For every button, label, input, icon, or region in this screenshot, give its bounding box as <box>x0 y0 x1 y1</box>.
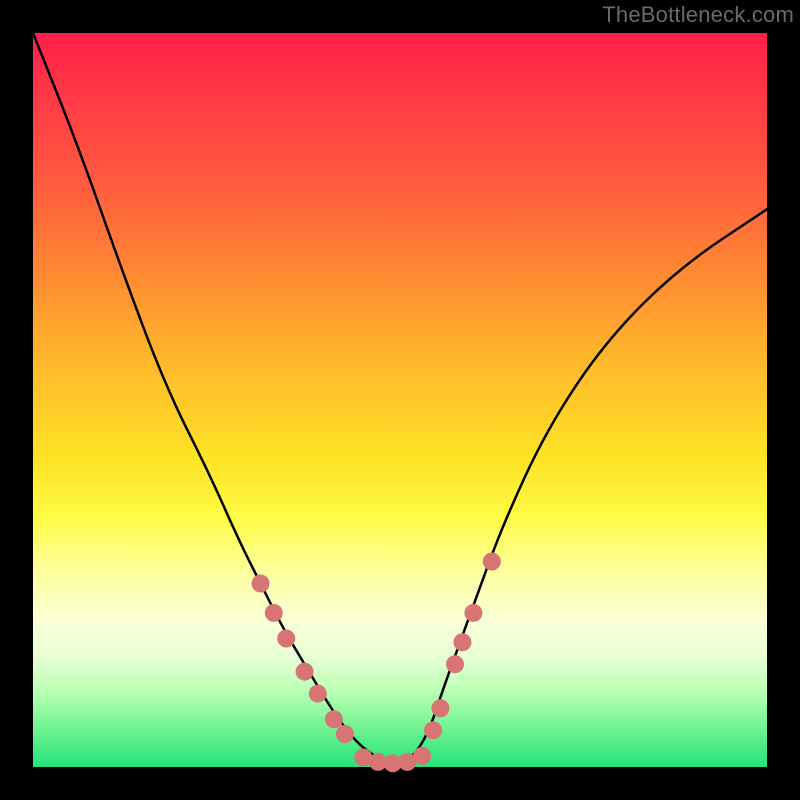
right-marker-6 <box>483 553 501 571</box>
plot-area <box>33 33 767 767</box>
left-marker-6 <box>325 710 343 728</box>
curve-markers <box>252 553 501 773</box>
left-marker-1 <box>252 575 270 593</box>
left-marker-2 <box>265 604 283 622</box>
right-marker-1 <box>424 721 442 739</box>
left-marker-3 <box>277 630 295 648</box>
right-marker-3 <box>446 655 464 673</box>
bottleneck-curve <box>33 33 767 762</box>
left-marker-4 <box>296 663 314 681</box>
right-marker-5 <box>464 604 482 622</box>
bottleneck-curve-svg <box>33 33 767 767</box>
watermark-text: TheBottleneck.com <box>602 2 794 28</box>
right-marker-4 <box>453 633 471 651</box>
left-marker-5 <box>309 685 327 703</box>
bottom-marker-5 <box>413 747 431 765</box>
right-marker-2 <box>431 699 449 717</box>
chart-frame: TheBottleneck.com <box>0 0 800 800</box>
left-marker-7 <box>336 725 354 743</box>
